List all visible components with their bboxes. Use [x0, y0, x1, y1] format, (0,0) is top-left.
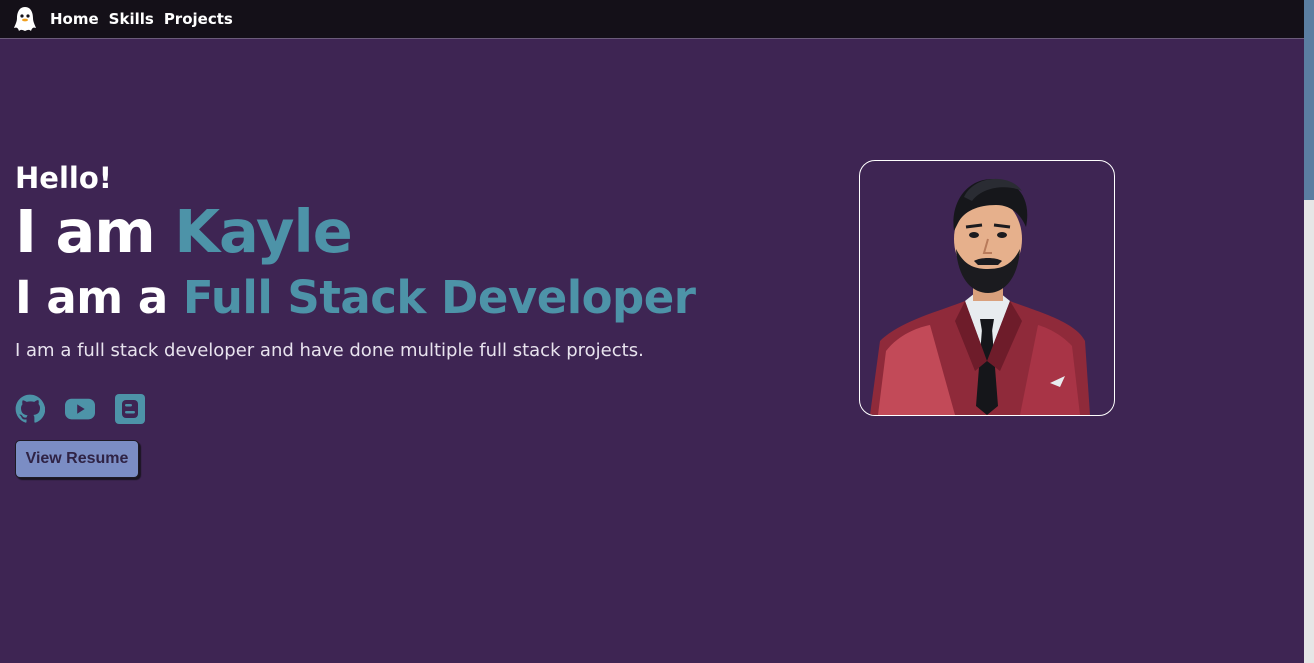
view-resume-button[interactable]: View Resume [15, 440, 139, 478]
name-heading: I am Kayle [15, 196, 775, 268]
profile-avatar [859, 160, 1115, 416]
social-links [15, 394, 775, 424]
blogger-icon[interactable] [115, 394, 145, 424]
scrollbar[interactable] [1304, 0, 1314, 663]
hero-section: Hello! I am Kayle I am a Full Stack Deve… [15, 160, 775, 478]
role-prefix: I am a [15, 271, 183, 324]
nav-link-home[interactable]: Home [50, 10, 99, 28]
youtube-icon[interactable] [65, 394, 95, 424]
name-prefix: I am [15, 197, 175, 266]
ghost-icon[interactable] [13, 5, 37, 33]
navbar: Home Skills Projects [0, 0, 1304, 39]
scrollbar-thumb[interactable] [1304, 0, 1314, 200]
role-heading: I am a Full Stack Developer [15, 268, 775, 328]
greeting-heading: Hello! [15, 161, 112, 195]
name-highlight: Kayle [174, 197, 352, 266]
nav-link-skills[interactable]: Skills [109, 10, 154, 28]
hero-description: I am a full stack developer and have don… [15, 340, 644, 361]
nav-link-projects[interactable]: Projects [164, 10, 233, 28]
github-icon[interactable] [15, 394, 45, 424]
role-highlight: Full Stack Developer [182, 271, 696, 324]
